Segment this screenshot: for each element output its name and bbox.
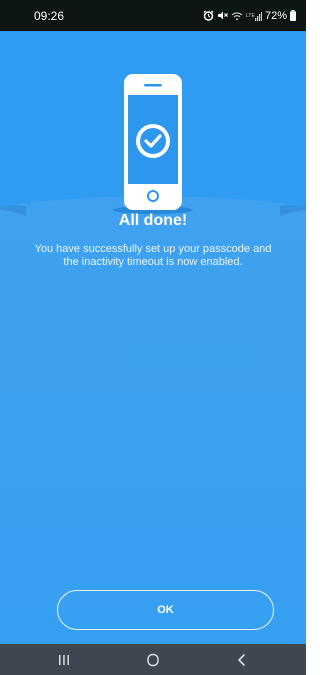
ok-button[interactable]: OK (57, 590, 274, 630)
system-nav-bar (0, 644, 306, 675)
recent-apps-icon (59, 654, 70, 665)
success-message: You have successfully set up your passco… (34, 243, 272, 268)
app-screen: 09:26 LTE 72% All done! You have success… (0, 0, 306, 675)
content-background (0, 226, 306, 644)
back-button[interactable] (222, 644, 262, 675)
ok-button-label: OK (157, 604, 174, 616)
page-title: All done! (118, 212, 188, 229)
recent-apps-button[interactable] (44, 644, 84, 675)
phone-check-icon (113, 74, 193, 214)
home-button[interactable] (133, 644, 173, 675)
home-icon (147, 653, 159, 666)
back-icon (237, 653, 245, 666)
